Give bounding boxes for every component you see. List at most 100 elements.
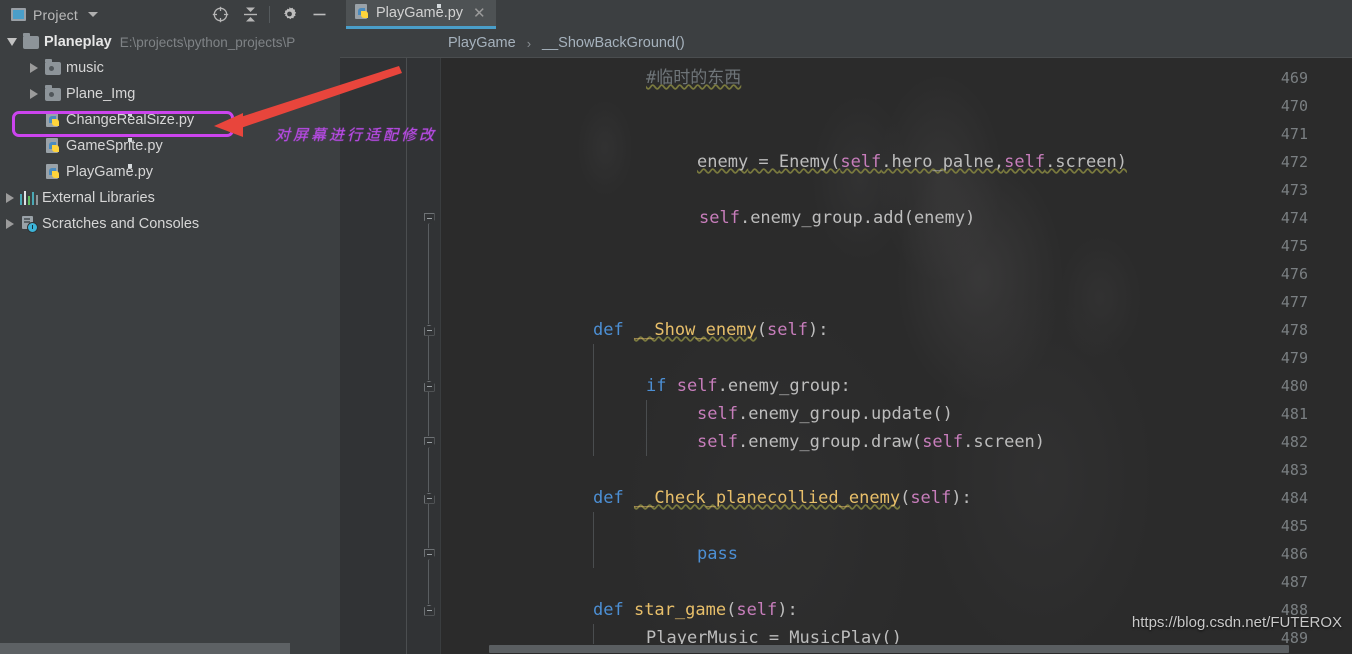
breadcrumb-item-method[interactable]: __ShowBackGround() — [542, 35, 685, 51]
code-token: .enemy_group: — [718, 376, 851, 396]
gear-icon[interactable] — [274, 0, 304, 29]
tree-item-external-libraries[interactable]: External Libraries — [0, 185, 340, 211]
code-token: __Check_planecollied_enemy — [634, 488, 900, 508]
tree-item-label: Scratches and Consoles — [40, 216, 199, 232]
fold-marker[interactable] — [422, 596, 436, 624]
indent-guide — [646, 400, 647, 456]
code-content[interactable]: #临时的东西 enemy = Enemy(self.hero_palne,self… — [441, 58, 1352, 654]
chevron-right-icon[interactable] — [26, 55, 42, 81]
handwritten-annotation: 对屏幕进行适配修改 — [275, 124, 437, 145]
tree-item-label: External Libraries — [40, 190, 155, 206]
fold-marker[interactable] — [422, 484, 436, 512]
tree-item-playgame[interactable]: PlayGame.py — [0, 159, 340, 185]
pycharm-window: Project — [0, 0, 1352, 654]
code-token: ( — [900, 488, 910, 508]
chevron-right-icon[interactable] — [2, 211, 18, 237]
tree-item-label: music — [64, 60, 104, 76]
code-token: star_game — [634, 600, 726, 620]
code-line[interactable]: enemy = Enemy(self.hero_palne,self.scree… — [697, 148, 1127, 176]
project-panel: Project — [0, 0, 340, 654]
folder-icon — [42, 81, 64, 107]
tree-item-label: Planeplay — [42, 34, 112, 50]
code-line[interactable]: def __Show_enemy(self): — [593, 316, 828, 344]
project-panel-title: Project — [33, 7, 78, 23]
code-line[interactable]: pass — [697, 540, 738, 568]
code-token: self — [699, 208, 740, 228]
code-token: self — [922, 432, 963, 452]
code-token: self — [736, 600, 777, 620]
tree-item-music[interactable]: music — [0, 55, 340, 81]
project-panel-hscrollbar-track[interactable] — [0, 643, 340, 654]
code-token: def — [593, 600, 634, 620]
code-token: pass — [697, 544, 738, 564]
folder-icon — [20, 29, 42, 55]
tree-item-planeplay[interactable]: Planeplay E:\projects\python_projects\P — [0, 29, 340, 55]
code-token: __Show_enemy — [634, 320, 757, 340]
watermark-url: https://blog.csdn.net/FUTEROX — [1132, 614, 1342, 631]
chevron-down-icon[interactable] — [4, 29, 20, 55]
project-toolbar-icons — [205, 0, 334, 29]
python-file-icon — [42, 159, 64, 185]
code-token: ): — [951, 488, 971, 508]
project-panel-title-group[interactable]: Project — [0, 7, 98, 23]
code-line[interactable]: self.enemy_group.draw(self.screen) — [697, 428, 1045, 456]
collapse-all-icon[interactable] — [235, 0, 265, 29]
fold-marker[interactable] — [422, 372, 436, 400]
tree-item-scratches-and-consoles[interactable]: Scratches and Consoles — [0, 211, 340, 237]
tree-item-label: GameSprite.py — [64, 138, 163, 154]
fold-marker[interactable] — [422, 540, 436, 568]
code-token: def — [593, 320, 634, 340]
code-token: .enemy_group.draw( — [738, 432, 922, 452]
code-token: .screen) — [963, 432, 1045, 452]
code-token: ): — [808, 320, 828, 340]
code-token: ): — [777, 600, 797, 620]
code-line[interactable]: if self.enemy_group: — [646, 372, 851, 400]
breadcrumb-item-class[interactable]: PlayGame — [448, 35, 516, 51]
tab-label: PlayGame.py — [376, 5, 463, 21]
code-token: #临时的东西 — [646, 68, 741, 88]
code-token: if — [646, 376, 677, 396]
code-token: self — [840, 152, 881, 172]
tree-item-label: PlayGame.py — [64, 164, 153, 180]
project-panel-hscrollbar-thumb[interactable] — [0, 643, 290, 654]
fold-connector — [428, 336, 429, 380]
hide-icon[interactable] — [304, 0, 334, 29]
fold-connector — [428, 448, 429, 492]
close-icon[interactable]: ✕ — [469, 6, 486, 21]
breadcrumb: PlayGame › __ShowBackGround() — [340, 29, 1352, 58]
fold-marker[interactable] — [422, 316, 436, 344]
editor-hscrollbar-thumb[interactable] — [489, 645, 1289, 653]
chevron-right-icon[interactable] — [26, 81, 42, 107]
select-opened-file-icon[interactable] — [205, 0, 235, 29]
code-token: .enemy_group.update() — [738, 404, 953, 424]
chevron-right-icon[interactable] — [2, 185, 18, 211]
code-editor[interactable]: 4694704714724734744754764774784794804814… — [340, 58, 1352, 654]
chevron-right-icon: › — [527, 36, 531, 51]
code-line[interactable]: self.enemy_group.add(enemy) — [699, 204, 975, 232]
project-window-icon — [11, 8, 26, 21]
code-line[interactable]: def star_game(self): — [593, 596, 798, 624]
tab-playgame-py[interactable]: PlayGame.py ✕ — [346, 0, 496, 29]
chevron-down-icon[interactable] — [88, 12, 98, 17]
code-token: .screen) — [1045, 152, 1127, 172]
code-token: self — [697, 432, 738, 452]
code-token: enemy — [697, 152, 748, 172]
python-file-icon — [42, 133, 64, 159]
code-token: .enemy_group.add(enemy) — [740, 208, 975, 228]
fold-marker[interactable] — [422, 428, 436, 456]
gutter-divider — [406, 58, 407, 654]
code-token: .hero_palne, — [881, 152, 1004, 172]
code-token: self — [677, 376, 718, 396]
code-line[interactable]: def __Check_planecollied_enemy(self): — [593, 484, 972, 512]
code-token: = — [748, 152, 779, 172]
python-file-icon — [355, 4, 370, 22]
indent-guide — [593, 512, 594, 568]
tree-item-plane-img[interactable]: Plane_Img — [0, 81, 340, 107]
fold-marker[interactable] — [422, 204, 436, 232]
code-token: self — [697, 404, 738, 424]
code-line[interactable]: #临时的东西 — [646, 64, 741, 92]
fold-connector — [428, 560, 429, 604]
code-line[interactable]: self.enemy_group.update() — [697, 400, 953, 428]
editor-hscrollbar-track[interactable] — [441, 644, 1352, 654]
fold-connector — [428, 392, 429, 436]
